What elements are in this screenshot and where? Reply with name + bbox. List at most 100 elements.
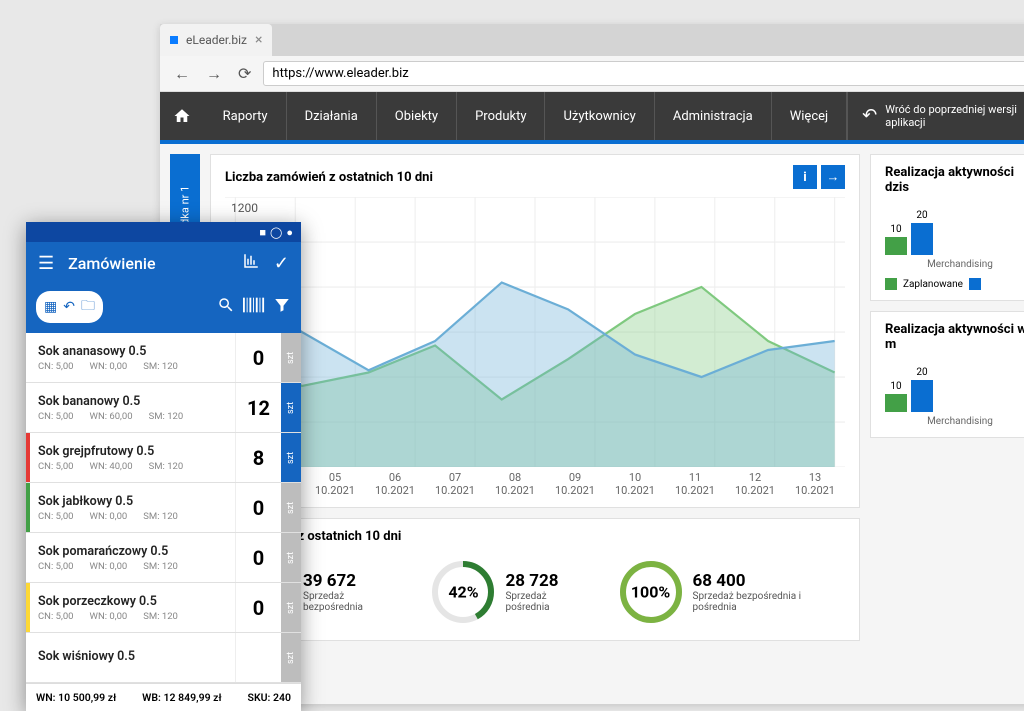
forward-icon[interactable]: → <box>202 62 226 86</box>
x-axis: 0410.20210510.20210610.20210710.20210810… <box>225 467 845 497</box>
product-row[interactable]: Sok wiśniowy 0.5 szt <box>26 633 301 683</box>
product-row[interactable]: Sok pomarańczowy 0.5 CN: 5,00WN: 0,00SM:… <box>26 533 301 583</box>
bar-planned-2 <box>885 394 907 412</box>
legend: Zaplanowane <box>885 278 1024 290</box>
filter-pill[interactable]: ▦ ↶ 🗀 <box>36 291 103 323</box>
product-qty[interactable] <box>235 633 281 682</box>
kpi-value: 28 728 <box>505 571 588 591</box>
product-row[interactable]: Sok grejpfrutowy 0.5 CN: 5,00WN: 40,00SM… <box>26 433 301 483</box>
product-main: Sok bananowy 0.5 CN: 5,00WN: 60,00SM: 12… <box>30 383 235 432</box>
product-sub: CN: 5,00WN: 0,00SM: 120 <box>38 511 227 522</box>
kpi-percent: 42% <box>448 583 478 602</box>
nav-dzialania[interactable]: Działania <box>287 92 377 140</box>
undo-icon: ↶ <box>862 105 877 127</box>
product-main: Sok ananasowy 0.5 CN: 5,00WN: 0,00SM: 12… <box>30 333 235 382</box>
product-qty[interactable]: 8 <box>235 433 281 482</box>
nav-administracja[interactable]: Administracja <box>655 92 772 140</box>
browser-tab-bar: eLeader.biz × <box>160 24 1024 56</box>
kpi-row: 58% 39 672 Sprzedaż bezpośrednia 42% 28 … <box>225 554 845 630</box>
kpi-label: Sprzedaż bezpośrednia i pośrednia <box>693 591 841 613</box>
status-circle-icon: ◯ <box>270 226 282 239</box>
expand-button[interactable]: → <box>821 165 845 189</box>
product-qty[interactable]: 0 <box>235 533 281 582</box>
url-input[interactable] <box>263 61 1024 86</box>
search-icon[interactable] <box>217 296 235 318</box>
kpi-percent: 100% <box>631 583 670 602</box>
nav-obiekty[interactable]: Obiekty <box>377 92 457 140</box>
product-main: Sok grejpfrutowy 0.5 CN: 5,00WN: 40,00SM… <box>30 433 235 482</box>
activity-today-card: Realizacja aktywności dzis 10 20 Merchan… <box>870 154 1024 301</box>
menu-icon[interactable]: ☰ <box>38 253 54 274</box>
footer-wn: WN: 10 500,99 zł <box>36 691 116 704</box>
product-qty[interactable]: 0 <box>235 483 281 532</box>
product-name: Sok porzeczkowy 0.5 <box>38 594 227 609</box>
footer-sku: SKU: 240 <box>248 691 291 704</box>
reload-icon[interactable]: ⟳ <box>234 62 255 85</box>
legend-swatch-green <box>885 278 897 290</box>
chart-title: Liczba zamówień z ostatnich 10 dni <box>225 170 433 185</box>
nav-back-label: Wróć do poprzedniej wersji aplikacji <box>885 103 1024 129</box>
x-tick: 0910.2021 <box>555 471 595 497</box>
tab-close-icon[interactable]: × <box>255 32 262 48</box>
x-tick: 1110.2021 <box>675 471 715 497</box>
product-row[interactable]: Sok ananasowy 0.5 CN: 5,00WN: 0,00SM: 12… <box>26 333 301 383</box>
nav-wiecej[interactable]: Więcej <box>772 92 847 140</box>
nav-back-version[interactable]: ↶ Wróć do poprzedniej wersji aplikacji <box>847 92 1024 140</box>
barcode-icon[interactable] <box>243 296 265 318</box>
activity-today-title: Realizacja aktywności dzis <box>885 165 1024 195</box>
product-qty[interactable]: 12 <box>235 383 281 432</box>
check-icon[interactable]: ✓ <box>274 253 289 274</box>
browser-tab[interactable]: eLeader.biz × <box>160 24 272 56</box>
legend-planned-label: Zaplanowane <box>903 279 963 290</box>
product-row[interactable]: Sok bananowy 0.5 CN: 5,00WN: 60,00SM: 12… <box>26 383 301 433</box>
unit-tab[interactable]: szt <box>281 583 301 632</box>
mobile-toolbar: ▦ ↶ 🗀 <box>26 285 301 333</box>
product-name: Sok pomarańczowy 0.5 <box>38 544 227 559</box>
right-column: Realizacja aktywności dzis 10 20 Merchan… <box>870 154 1024 694</box>
product-sub: CN: 5,00WN: 0,00SM: 120 <box>38 611 227 622</box>
folder-icon: 🗀 <box>81 295 95 319</box>
unit-tab[interactable]: szt <box>281 633 301 682</box>
unit-tab[interactable]: szt <box>281 333 301 382</box>
kpi-value: 39 672 <box>303 571 401 591</box>
unit-tab[interactable]: szt <box>281 483 301 532</box>
product-row[interactable]: Sok jabłkowy 0.5 CN: 5,00WN: 0,00SM: 120… <box>26 483 301 533</box>
status-bar: ■ ◯ ● <box>26 222 301 242</box>
home-button[interactable] <box>160 92 205 140</box>
kpi-ring: 100% <box>619 560 683 624</box>
product-main: Sok pomarańczowy 0.5 CN: 5,00WN: 0,00SM:… <box>30 533 235 582</box>
filter-icon[interactable] <box>273 296 291 318</box>
nav-uzytkownicy[interactable]: Użytkownicy <box>545 92 654 140</box>
info-button[interactable]: i <box>793 165 817 189</box>
kpi-label: Sprzedaż pośrednia <box>505 591 588 613</box>
bars-axis-label-2: Merchandising <box>885 416 1024 427</box>
chart-card: Liczba zamówień z ostatnich 10 dni i → 1… <box>210 154 860 508</box>
back-icon[interactable]: ← <box>170 62 194 86</box>
product-qty[interactable]: 0 <box>235 333 281 382</box>
unit-tab[interactable]: szt <box>281 533 301 582</box>
bar-actual <box>911 223 933 255</box>
unit-tab[interactable]: szt <box>281 433 301 482</box>
address-bar: ← → ⟳ <box>160 56 1024 92</box>
nav-raporty[interactable]: Raporty <box>205 92 287 140</box>
product-sub: CN: 5,00WN: 60,00SM: 120 <box>38 411 227 422</box>
x-tick: 0610.2021 <box>375 471 415 497</box>
x-tick: 1310.2021 <box>795 471 835 497</box>
chart-icon[interactable] <box>242 252 260 275</box>
nav-produkty[interactable]: Produkty <box>457 92 545 140</box>
product-row[interactable]: Sok porzeczkowy 0.5 CN: 5,00WN: 0,00SM: … <box>26 583 301 633</box>
legend-swatch-blue <box>969 278 981 290</box>
product-list[interactable]: Sok ananasowy 0.5 CN: 5,00WN: 0,00SM: 12… <box>26 333 301 683</box>
product-main: Sok porzeczkowy 0.5 CN: 5,00WN: 0,00SM: … <box>30 583 235 632</box>
x-tick: 1210.2021 <box>735 471 775 497</box>
activity-month-title: Realizacja aktywności w m <box>885 322 1024 352</box>
product-qty[interactable]: 0 <box>235 583 281 632</box>
x-tick: 0810.2021 <box>495 471 535 497</box>
product-sub: CN: 5,00WN: 0,00SM: 120 <box>38 561 227 572</box>
kpi-section-title: y zamówień z ostatnich 10 dni <box>225 529 845 544</box>
product-name: Sok grejpfrutowy 0.5 <box>38 444 227 459</box>
main-panel: Liczba zamówień z ostatnich 10 dni i → 1… <box>210 154 860 694</box>
unit-tab[interactable]: szt <box>281 383 301 432</box>
product-main: Sok wiśniowy 0.5 <box>30 633 235 682</box>
x-tick: 1010.2021 <box>615 471 655 497</box>
